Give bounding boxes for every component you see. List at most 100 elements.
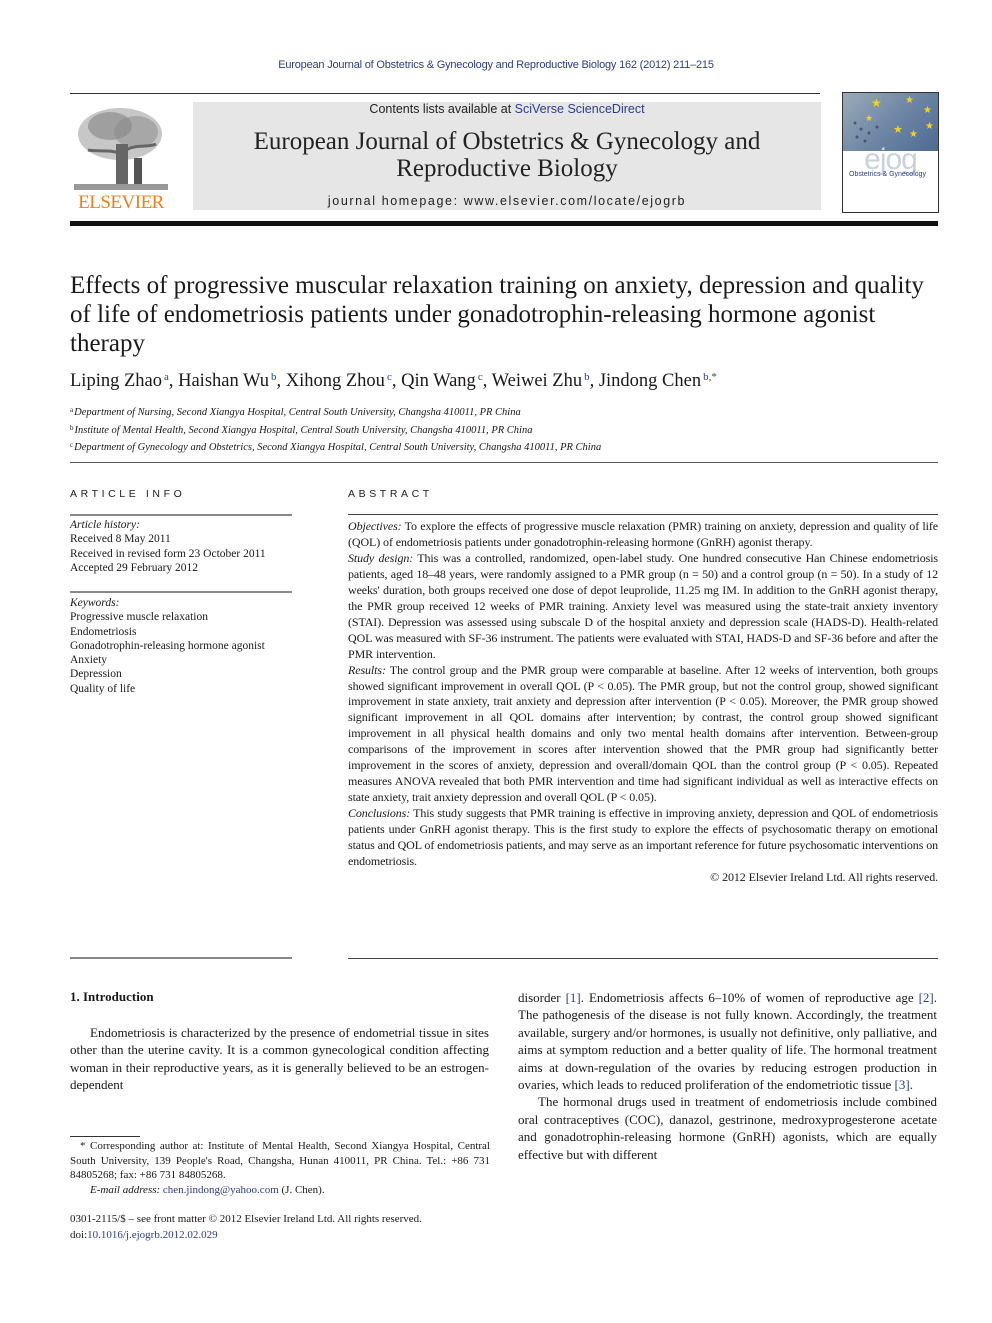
article-title: Effects of progressive muscular relaxati… bbox=[70, 272, 924, 357]
contents-prefix: Contents lists available at bbox=[369, 102, 515, 116]
svg-text:★: ★ bbox=[865, 113, 873, 123]
text: disorder bbox=[518, 990, 566, 1005]
author-separator: , bbox=[276, 371, 286, 391]
keywords-rule bbox=[70, 591, 292, 593]
author-separator: , bbox=[168, 371, 179, 391]
reference-link-3[interactable]: [3] bbox=[895, 1077, 910, 1092]
keywords: Keywords: Progressive muscle relaxation … bbox=[70, 596, 300, 696]
keyword-item: Gonadotrophin-releasing hormone agonist bbox=[70, 639, 265, 652]
keyword-item: Progressive muscle relaxation bbox=[70, 611, 208, 624]
abstract-body: Objectives: To explore the effects of pr… bbox=[348, 519, 938, 886]
affiliation-item: cDepartment of Gynecology and Obstetrics… bbox=[70, 438, 940, 456]
abstract-label: Conclusions: bbox=[348, 806, 411, 821]
author-name[interactable]: Xihong Zhou bbox=[286, 371, 385, 391]
abstract-text: This study suggests that PMR training is… bbox=[348, 806, 938, 869]
body-left-column: Endometriosis is characterized by the pr… bbox=[70, 1024, 489, 1094]
email-suffix: (J. Chen). bbox=[278, 1183, 325, 1196]
svg-text:★: ★ bbox=[909, 129, 918, 140]
elsevier-logo[interactable]: ELSEVIER bbox=[70, 104, 172, 213]
journal-citation-link[interactable]: European Journal of Obstetrics & Gynecol… bbox=[0, 59, 992, 71]
abstract-conclusions: Conclusions: This study suggests that PM… bbox=[348, 806, 938, 870]
front-matter-text: 0301-2115/$ – see front matter © 2012 El… bbox=[70, 1213, 422, 1225]
svg-text:★: ★ bbox=[905, 95, 914, 106]
abstract-label: Results: bbox=[348, 662, 386, 677]
svg-text:★: ★ bbox=[923, 105, 932, 116]
author-separator: , bbox=[482, 371, 492, 391]
affiliation-key: a bbox=[70, 406, 74, 414]
article-history-label: Article history: bbox=[70, 519, 140, 531]
affiliation-text: Department of Gynecology and Obstetrics,… bbox=[74, 442, 602, 453]
affiliation-text: Department of Nursing, Second Xiangya Ho… bbox=[74, 407, 521, 418]
history-item: Received 8 May 2011 bbox=[70, 533, 171, 546]
reference-link-2[interactable]: [2] bbox=[919, 990, 934, 1005]
reference-link-1[interactable]: [1] bbox=[566, 990, 581, 1005]
affiliation-marker[interactable]: b,* bbox=[703, 371, 717, 383]
keyword-item: Depression bbox=[70, 668, 122, 681]
article-history: Article history: Received 8 May 2011 Rec… bbox=[70, 518, 300, 575]
section-rule bbox=[70, 462, 938, 463]
journal-homepage[interactable]: journal homepage: www.elsevier.com/locat… bbox=[193, 194, 821, 208]
journal-cover-image[interactable]: ★ ★ ★ ★ ★ ★ ★ ejog Obstetrics & Gynecolo… bbox=[842, 92, 939, 213]
keywords-label: Keywords: bbox=[70, 597, 120, 609]
abstract-bottom-rule bbox=[348, 958, 938, 959]
keyword-item: Quality of life bbox=[70, 682, 136, 695]
keyword-item: Endometriosis bbox=[70, 625, 137, 638]
author-list: Liping Zhao a, Haishan Wu b, Xihong Zhou c,… bbox=[70, 371, 940, 392]
article-info-rule bbox=[70, 514, 292, 516]
abstract-objectives: Objectives: To explore the effects of pr… bbox=[348, 519, 938, 551]
author-name[interactable]: Haishan Wu bbox=[178, 371, 269, 391]
journal-title-line2: Reproductive Biology bbox=[396, 155, 618, 182]
footnote-rule bbox=[70, 1136, 140, 1137]
abstract-heading: ABSTRACT bbox=[348, 488, 433, 500]
header-rule bbox=[70, 93, 820, 94]
text: . The pathogenesis of the disease is not… bbox=[518, 990, 937, 1093]
abstract-results: Results: The control group and the PMR g… bbox=[348, 663, 938, 807]
contents-line: Contents lists available at SciVerse Sci… bbox=[193, 102, 821, 116]
author-name[interactable]: Weiwei Zhu bbox=[492, 371, 582, 391]
doi-link[interactable]: 10.1016/j.ejogrb.2012.02.029 bbox=[87, 1229, 217, 1241]
abstract-text: This was a controlled, randomized, open-… bbox=[348, 550, 939, 661]
author-separator: , bbox=[391, 371, 402, 391]
author-name[interactable]: Jindong Chen bbox=[599, 371, 701, 391]
header-thick-rule bbox=[70, 221, 938, 226]
affiliation-key: b bbox=[70, 423, 74, 432]
corresponding-author-text: * Corresponding author at: Institute of … bbox=[70, 1140, 490, 1181]
svg-text:★: ★ bbox=[871, 96, 882, 110]
abstract-rule bbox=[348, 514, 938, 515]
front-matter: 0301-2115/$ – see front matter © 2012 El… bbox=[70, 1212, 490, 1243]
abstract-label: Study design: bbox=[348, 550, 414, 565]
body-right-column: disorder [1]. Endometriosis affects 6–10… bbox=[518, 989, 937, 1163]
abstract-study-design: Study design: This was a controlled, ran… bbox=[348, 551, 938, 663]
affiliation-text: Institute of Mental Health, Second Xiang… bbox=[74, 424, 533, 436]
journal-title-line1: European Journal of Obstetrics & Gynecol… bbox=[253, 128, 761, 155]
abstract-text: The control group and the PMR group were… bbox=[348, 662, 938, 805]
author-name[interactable]: Liping Zhao bbox=[70, 371, 162, 391]
keyword-item: Anxiety bbox=[70, 654, 108, 667]
corresponding-author-footnote: * Corresponding author at: Institute of … bbox=[70, 1139, 490, 1197]
text: . bbox=[909, 1077, 913, 1093]
copyright-notice: © 2012 Elsevier Ireland Ltd. All rights … bbox=[710, 869, 938, 884]
author-name[interactable]: Qin Wang bbox=[401, 371, 476, 391]
section-heading-introduction: 1. Introduction bbox=[70, 989, 154, 1004]
sciencedirect-link[interactable]: SciVerse ScienceDirect bbox=[515, 102, 645, 116]
body-paragraph: The hormonal drugs used in treatment of … bbox=[518, 1094, 937, 1162]
affiliation-key: c bbox=[70, 441, 74, 449]
abstract-label: Objectives: bbox=[348, 519, 402, 533]
elsevier-wordmark: ELSEVIER bbox=[78, 192, 164, 213]
body-paragraph: disorder [1]. Endometriosis affects 6–10… bbox=[518, 989, 937, 1093]
affiliation-list: aDepartment of Nursing, Second Xiangya H… bbox=[70, 403, 940, 456]
doi-prefix: doi: bbox=[70, 1228, 88, 1241]
body-paragraph: Endometriosis is characterized by the pr… bbox=[70, 1025, 489, 1093]
svg-text:★: ★ bbox=[893, 124, 903, 136]
history-item: Received in revised form 23 October 2011 bbox=[70, 547, 266, 560]
history-item: Accepted 29 February 2012 bbox=[70, 561, 199, 574]
email-link[interactable]: chen.jindong@yahoo.com bbox=[163, 1184, 279, 1196]
email-label: E-mail address: bbox=[90, 1183, 161, 1196]
affiliation-item: bInstitute of Mental Health, Second Xian… bbox=[70, 421, 940, 439]
abstract-text: To explore the effects of progressive mu… bbox=[348, 519, 938, 549]
affiliation-item: aDepartment of Nursing, Second Xiangya H… bbox=[70, 403, 940, 421]
article-info-bottom-rule bbox=[70, 957, 292, 959]
article-info-heading: ARTICLE INFO bbox=[70, 488, 186, 500]
svg-text:★: ★ bbox=[925, 121, 934, 132]
cover-subtitle: Obstetrics & Gynecology bbox=[849, 171, 927, 178]
